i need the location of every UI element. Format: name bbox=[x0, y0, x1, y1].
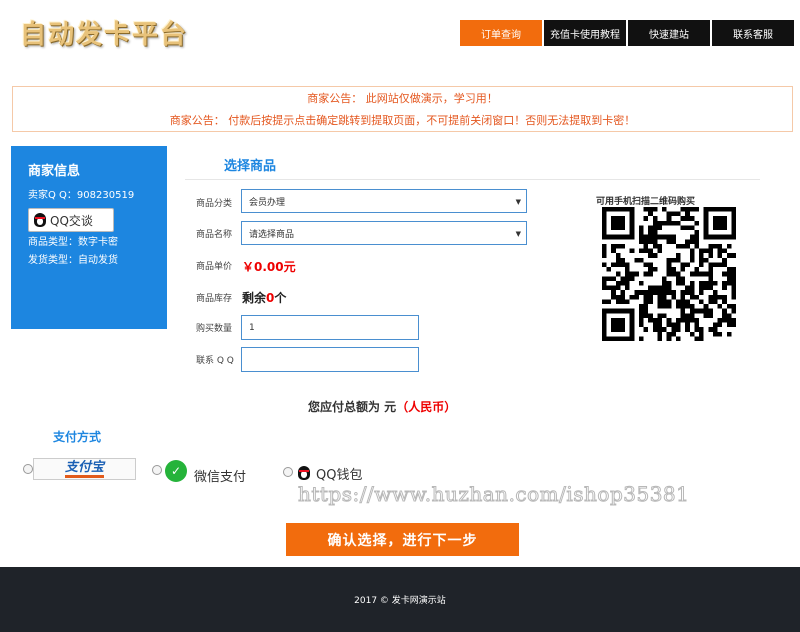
qq-penguin-icon bbox=[32, 211, 48, 229]
product-type: 商品类型：数字卡密 bbox=[28, 237, 118, 248]
stock-value: 剩余0个 bbox=[242, 289, 286, 306]
wechat-pay-label[interactable]: 微信支付 bbox=[194, 466, 246, 485]
quantity-value: 1 bbox=[249, 322, 255, 333]
confirm-next-button[interactable]: 确认选择，进行下一步 bbox=[286, 523, 519, 556]
contact-qq-input[interactable] bbox=[241, 347, 419, 372]
payment-title: 支付方式 bbox=[53, 430, 102, 444]
category-label: 商品分类 bbox=[196, 199, 233, 209]
top-nav: 订单查询 充值卡使用教程 快速建站 联系客服 bbox=[458, 20, 794, 46]
announcement-box: 商家公告： 此网站仅做演示，学习用！ 商家公告： 付款后按提示点击确定跳转到提取… bbox=[12, 86, 793, 132]
alipay-radio[interactable] bbox=[23, 464, 33, 474]
product-name-value: 请选择商品 bbox=[249, 229, 295, 240]
product-name-label: 商品名称 bbox=[196, 230, 233, 240]
nav-card-tutorial[interactable]: 充值卡使用教程 bbox=[544, 20, 626, 46]
nav-contact-service[interactable]: 联系客服 bbox=[712, 20, 794, 46]
footer: 2017 © 发卡网演示站 bbox=[0, 567, 800, 632]
seller-qq: 卖家Q Q：908230519 bbox=[28, 190, 135, 201]
merchant-info-panel: 商家信息 卖家Q Q：908230519 QQ交谈 商品类型：数字卡密 发货类型… bbox=[11, 146, 167, 329]
price-unit: 元 bbox=[283, 260, 296, 274]
stock-unit: 个 bbox=[274, 291, 287, 305]
category-value: 会员办理 bbox=[249, 197, 286, 208]
stock-prefix: 剩余 bbox=[242, 291, 267, 305]
qq-wallet-label[interactable]: QQ钱包 bbox=[316, 464, 362, 483]
total-currency: （人民币） bbox=[396, 400, 457, 414]
divider bbox=[185, 179, 760, 180]
total-amount: 您应付总额为 元（人民币） bbox=[308, 398, 456, 415]
qr-code-icon bbox=[602, 207, 736, 341]
total-prefix: 您应付总额为 元 bbox=[308, 400, 397, 414]
merchant-title: 商家信息 bbox=[28, 164, 81, 179]
stock-label: 商品库存 bbox=[196, 294, 233, 304]
nav-order-query[interactable]: 订单查询 bbox=[460, 20, 542, 46]
dropdown-arrow-icon: ▼ bbox=[515, 230, 521, 238]
qq-chat-label: QQ交谈 bbox=[50, 213, 93, 228]
alipay-logo-icon: 支付宝 bbox=[64, 460, 104, 478]
watermark-text: https://www.huzhan.com/ishop35381 bbox=[297, 482, 690, 507]
announcement-line: 商家公告： 此网站仅做演示，学习用！ bbox=[307, 92, 498, 105]
contact-qq-label: 联系 Q Q bbox=[196, 356, 234, 366]
dropdown-arrow-icon: ▼ bbox=[515, 198, 521, 206]
qr-caption: 可用手机扫描二维码购买 bbox=[596, 197, 696, 207]
footer-copyright: 2017 © 发卡网演示站 bbox=[354, 596, 446, 606]
qq-chat-button[interactable]: QQ交谈 bbox=[28, 208, 114, 232]
site-logo[interactable]: 自动发卡平台 bbox=[20, 14, 188, 51]
price-value: ￥0.00元 bbox=[242, 258, 296, 275]
alipay-option[interactable]: 支付宝 bbox=[33, 458, 136, 480]
product-name-select[interactable]: 请选择商品 ▼ bbox=[241, 221, 527, 245]
wechat-icon: ✓ bbox=[165, 460, 187, 482]
delivery-type: 发货类型：自动发货 bbox=[28, 255, 118, 266]
qq-wallet-icon bbox=[296, 464, 312, 482]
wechat-radio[interactable] bbox=[152, 465, 162, 475]
nav-quick-build[interactable]: 快速建站 bbox=[628, 20, 710, 46]
quantity-input[interactable]: 1 bbox=[241, 315, 419, 340]
section-title: 选择商品 bbox=[224, 159, 277, 174]
category-select[interactable]: 会员办理 ▼ bbox=[241, 189, 527, 213]
price-amount: ￥0.00 bbox=[242, 260, 284, 274]
qqpay-radio[interactable] bbox=[283, 467, 293, 477]
quantity-label: 购买数量 bbox=[196, 324, 233, 334]
price-label: 商品单价 bbox=[196, 262, 233, 272]
announcement-line: 商家公告： 付款后按提示点击确定跳转到提取页面，不可提前关闭窗口！否则无法提取到… bbox=[169, 114, 636, 127]
